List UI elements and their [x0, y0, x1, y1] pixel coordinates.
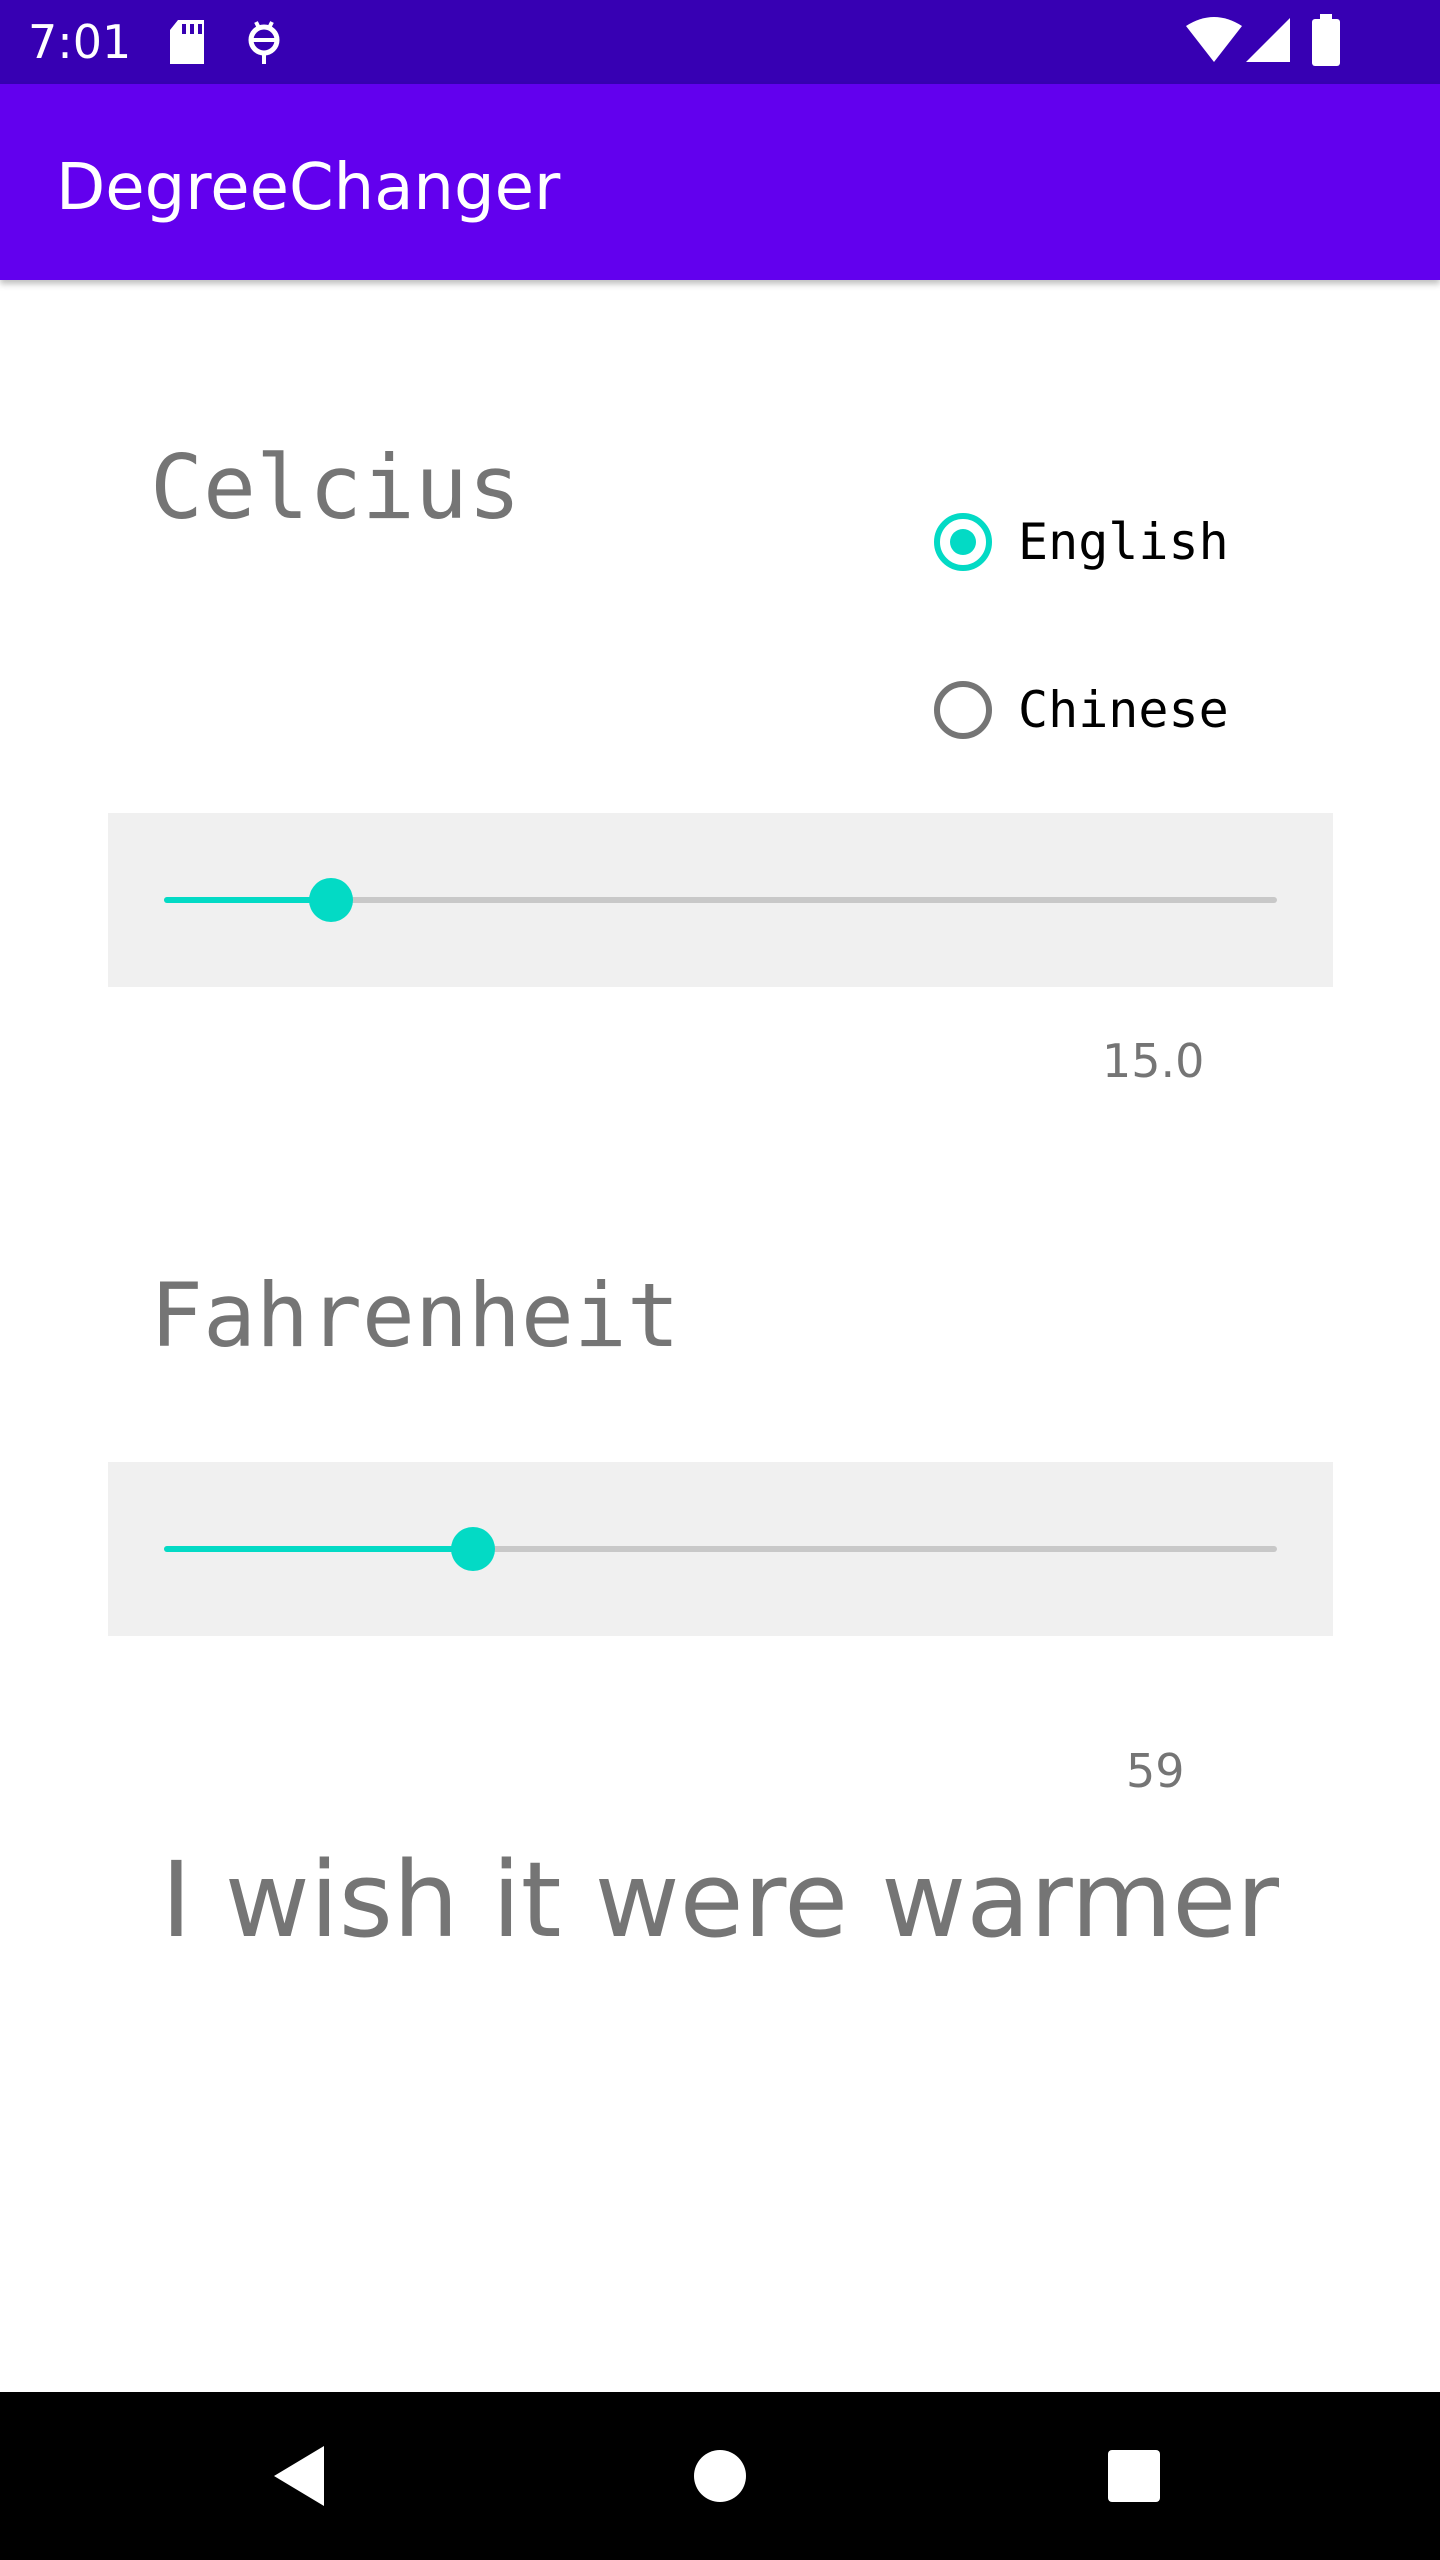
fahrenheit-slider-container	[108, 1462, 1333, 1636]
radio-chinese[interactable]: Chinese	[934, 670, 1229, 750]
navigation-bar	[0, 2392, 1440, 2560]
celsius-value: 15.0	[1102, 1034, 1205, 1088]
status-bar: 7:01	[0, 0, 1440, 84]
app-title: DegreeChanger	[56, 151, 561, 225]
fahrenheit-slider-fill	[164, 1546, 474, 1552]
app-bar: DegreeChanger	[0, 84, 1440, 280]
recents-icon[interactable]	[1094, 2436, 1174, 2516]
cell-signal-icon	[1246, 16, 1290, 69]
fahrenheit-slider[interactable]	[164, 1527, 1277, 1571]
fahrenheit-slider-thumb[interactable]	[451, 1527, 496, 1571]
wifi-icon	[1186, 16, 1242, 69]
radio-label-chinese: Chinese	[1018, 681, 1229, 739]
celsius-label: Celcius	[150, 436, 521, 539]
home-icon[interactable]	[680, 2436, 760, 2516]
celsius-slider[interactable]	[164, 878, 1277, 922]
fahrenheit-value: 59	[1126, 1744, 1185, 1798]
android-debug-icon	[244, 18, 284, 71]
sd-card-icon	[166, 18, 208, 71]
celsius-slider-fill	[164, 897, 331, 903]
radio-button-english[interactable]	[934, 513, 992, 571]
radio-english[interactable]: English	[934, 502, 1229, 582]
fahrenheit-label: Fahrenheit	[150, 1264, 680, 1367]
radio-button-chinese[interactable]	[934, 681, 992, 739]
radio-label-english: English	[1018, 513, 1229, 571]
celsius-slider-container	[108, 813, 1333, 987]
status-time: 7:01	[28, 15, 132, 69]
temperature-message: I wish it were warmer	[161, 1839, 1279, 1961]
celsius-slider-thumb[interactable]	[308, 878, 353, 922]
battery-icon	[1312, 14, 1340, 71]
back-icon[interactable]	[260, 2436, 340, 2516]
